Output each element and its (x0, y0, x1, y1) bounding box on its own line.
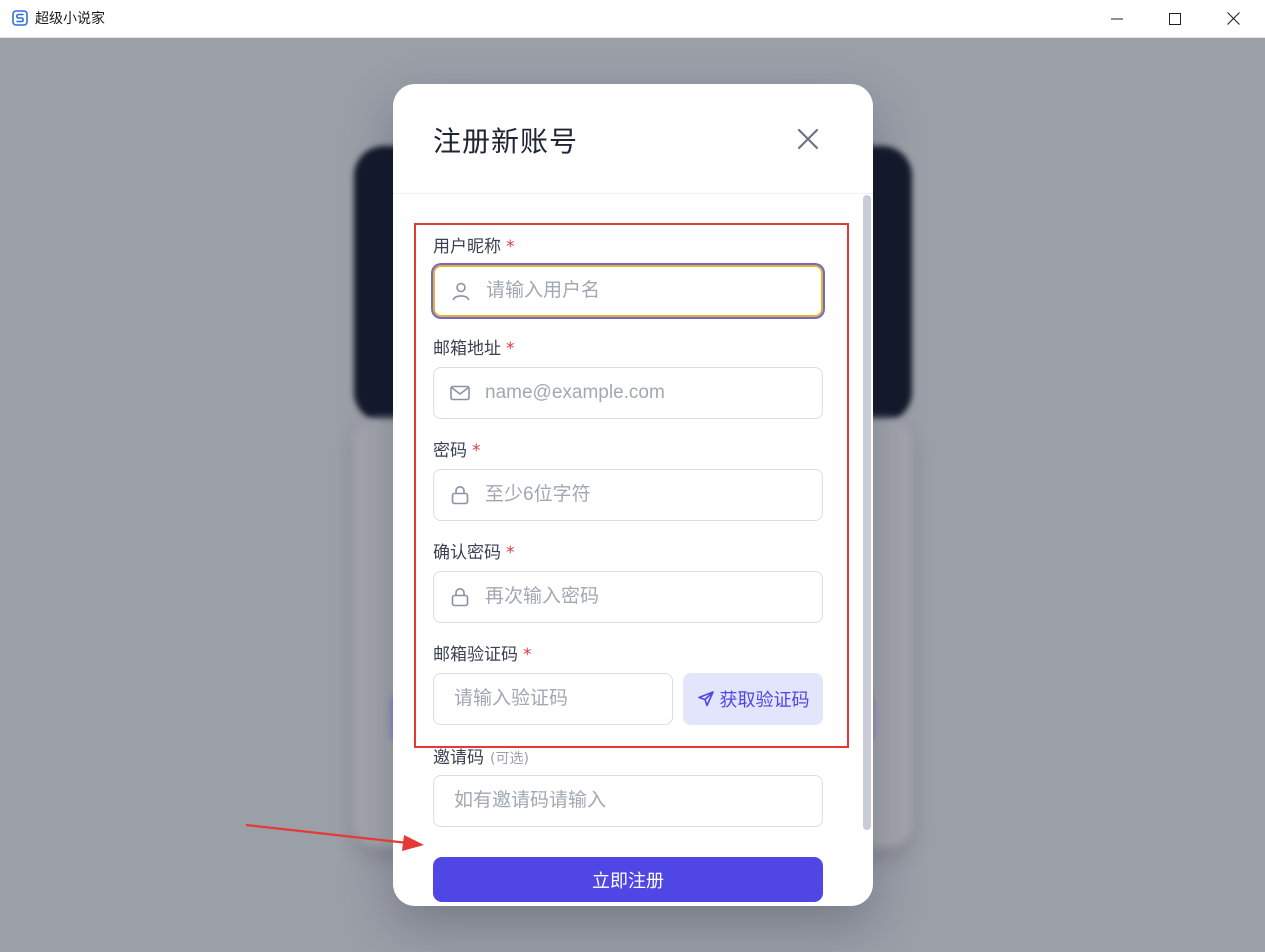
register-submit-button[interactable]: 立即注册 (433, 857, 823, 902)
invite-code-field[interactable] (433, 775, 823, 827)
password-field[interactable] (433, 469, 823, 521)
password-input[interactable] (485, 484, 822, 506)
maximize-button[interactable] (1146, 0, 1204, 37)
email-code-input[interactable] (434, 688, 699, 710)
window-title: 超级小说家 (35, 11, 105, 27)
send-icon (697, 691, 714, 707)
send-code-button[interactable]: 获取验证码 (683, 673, 823, 725)
optional-hint: (可选) (490, 751, 529, 767)
scrollbar-thumb[interactable] (863, 195, 871, 830)
user-icon (452, 282, 470, 301)
modal-close-button[interactable] (795, 126, 821, 152)
minimize-icon (1111, 18, 1123, 19)
register-modal: 注册新账号 用户昵称* 邮箱地址* 密码* (393, 84, 873, 906)
email-label: 邮箱地址 * (433, 339, 515, 359)
nickname-field[interactable] (433, 265, 823, 317)
email-code-field[interactable] (433, 673, 699, 725)
send-code-label: 获取验证码 (719, 690, 810, 710)
required-mark: * (506, 237, 515, 257)
invite-code-label: 邀请码 (可选) (433, 748, 529, 768)
required-mark: * (506, 339, 515, 359)
app-logo-icon (12, 10, 28, 26)
password-label: 密码 * (433, 441, 481, 461)
nickname-label: 用户昵称 * (433, 237, 515, 257)
window-titlebar: 超级小说家 (0, 0, 1265, 38)
close-icon (1226, 12, 1240, 25)
nickname-input[interactable] (486, 280, 821, 302)
confirm-password-label: 确认密码 * (433, 543, 515, 563)
required-mark: * (523, 645, 532, 665)
email-code-label: 邮箱验证码 * (433, 645, 532, 665)
required-mark: * (472, 441, 481, 461)
modal-title: 注册新账号 (433, 125, 579, 158)
window-close-button[interactable] (1204, 0, 1262, 37)
modal-header: 注册新账号 (393, 84, 873, 194)
invite-code-input[interactable] (434, 790, 822, 812)
confirm-password-input[interactable] (485, 586, 822, 608)
close-icon (797, 128, 819, 150)
mail-icon (450, 385, 470, 401)
confirm-password-field[interactable] (433, 571, 823, 623)
lock-icon (451, 486, 469, 505)
minimize-button[interactable] (1088, 0, 1146, 37)
register-submit-label: 立即注册 (592, 870, 664, 891)
lock-icon (451, 588, 469, 607)
email-field[interactable] (433, 367, 823, 419)
maximize-icon (1169, 12, 1181, 25)
email-input[interactable] (485, 382, 822, 404)
required-mark: * (506, 543, 515, 563)
